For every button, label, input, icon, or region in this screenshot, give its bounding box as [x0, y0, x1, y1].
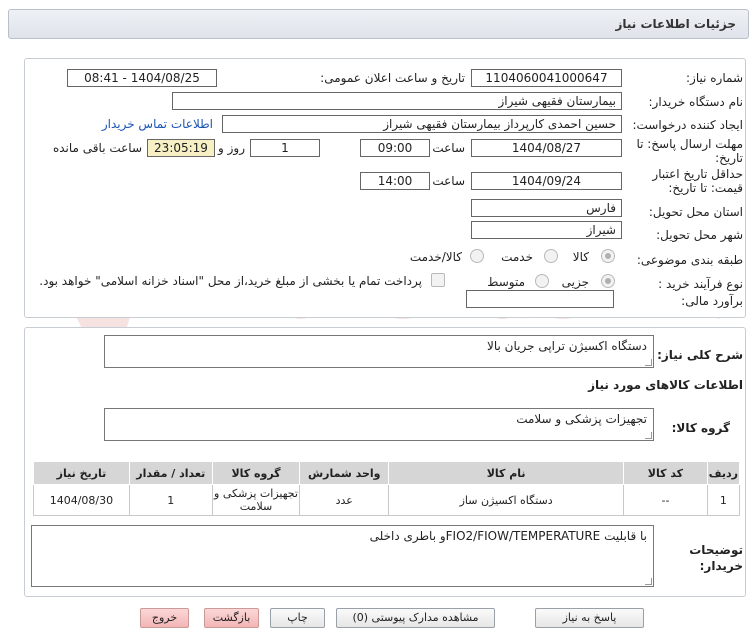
cell-group: تجهیزات پزشکی و سلامت — [211, 484, 301, 516]
description-label: شرح کلی نیاز: — [657, 348, 743, 362]
deadline-date-field: 1404/08/27 — [471, 139, 622, 157]
price-validity-time-field: 14:00 — [360, 172, 430, 190]
reply-button[interactable]: پاسخ به نیاز — [535, 608, 644, 628]
price-validity-label-line2: قیمت: تا تاریخ: — [668, 181, 743, 195]
category-option-service: خدمت — [501, 250, 533, 264]
city-field: شیراز — [471, 221, 622, 239]
cell-row-number: 1 — [706, 484, 741, 516]
col-header-group: گروه کالا — [211, 461, 301, 485]
exit-button[interactable]: خروج — [140, 608, 189, 628]
deadline-label-line1: مهلت ارسال پاسخ: تا — [636, 137, 743, 151]
goods-section-title: اطلاعات کالاهای مورد نیاز — [588, 378, 743, 392]
col-header-date: تاریخ نیاز — [33, 461, 130, 485]
table-row: 1 -- دستگاه اکسیژن ساز عدد تجهیزات پزشکی… — [33, 484, 741, 516]
buyer-notes-label-line2: خریدار: — [699, 559, 743, 573]
col-header-row: ردیف — [706, 461, 741, 485]
buyer-notes-textarea: با قابلیت FIO2/FIOW/TEMPERATUREو باطری د… — [31, 525, 654, 587]
city-label: شهر محل تحویل: — [656, 228, 743, 242]
col-header-code: کد کالا — [623, 461, 708, 485]
estimate-field — [466, 290, 614, 308]
remaining-time-field: 23:05:19 — [147, 139, 215, 157]
cell-date: 1404/08/30 — [33, 484, 130, 516]
items-table: ردیف کد کالا نام کالا واحد شمارش گروه کا… — [33, 461, 741, 516]
price-validity-label-line1: حداقل تاریخ اعتبار — [652, 167, 743, 181]
attachments-button[interactable]: مشاهده مدارک پیوستی (0) — [336, 608, 495, 628]
need-number-field: 1104060041000647 — [471, 69, 622, 87]
purchase-type-radio-minor[interactable] — [601, 274, 615, 288]
announce-date-label: تاریخ و ساعت اعلان عمومی: — [320, 71, 465, 85]
purchase-type-radio-medium[interactable] — [535, 274, 549, 288]
goods-group-textarea: تجهیزات پزشکی و سلامت — [104, 408, 654, 441]
deadline-days-field: 1 — [250, 139, 320, 157]
cell-quantity: 1 — [128, 484, 213, 516]
category-radio-goods-service[interactable] — [470, 249, 484, 263]
province-field: فارس — [471, 199, 622, 217]
days-label: روز و — [218, 141, 245, 155]
cell-unit: عدد — [299, 484, 390, 516]
col-header-unit: واحد شمارش — [299, 461, 390, 485]
back-button[interactable]: بازگشت — [204, 608, 259, 628]
purchase-type-option-minor: جزیی — [561, 275, 589, 289]
buyer-notes-label-line1: توضیحات — [689, 543, 743, 557]
remaining-time-label: ساعت باقی مانده — [52, 141, 142, 155]
estimate-label: برآورد مالی: — [681, 294, 743, 308]
cell-code: -- — [623, 484, 708, 516]
need-number-label: شماره نیاز: — [686, 71, 743, 85]
page-title: جزئیات اطلاعات نیاز — [8, 9, 749, 39]
requester-field: حسین احمدی کارپرداز بیمارستان فقیهی شیرا… — [222, 115, 622, 133]
buyer-org-field: بیمارستان فقیهی شیراز — [172, 92, 622, 110]
category-radio-service[interactable] — [544, 249, 558, 263]
col-header-quantity: تعداد / مقدار — [128, 461, 213, 485]
deadline-label-line2: تاریخ: — [715, 151, 743, 165]
deadline-time-label: ساعت — [432, 141, 465, 155]
requester-label: ایجاد کننده درخواست: — [632, 118, 743, 132]
cell-name: دستگاه اکسیژن ساز — [388, 484, 625, 516]
price-validity-time-label: ساعت — [432, 174, 465, 188]
category-option-goods-service: کالا/خدمت — [409, 250, 462, 264]
purchase-type-label: نوع فرآیند خرید : — [658, 277, 743, 291]
buyer-org-label: نام دستگاه خریدار: — [648, 95, 744, 109]
items-table-header: ردیف کد کالا نام کالا واحد شمارش گروه کا… — [33, 461, 741, 485]
goods-group-label: گروه کالا: — [671, 421, 730, 435]
description-textarea: دستگاه اکسیژن تراپی جریان بالا — [104, 335, 654, 368]
deadline-time-field: 09:00 — [360, 139, 430, 157]
category-option-goods: کالا — [572, 250, 589, 264]
province-label: استان محل تحویل: — [648, 205, 743, 219]
treasury-payment-note: پرداخت تمام یا بخشی از مبلغ خرید،از محل … — [39, 274, 422, 288]
treasury-payment-checkbox[interactable] — [431, 273, 445, 287]
category-radio-goods[interactable] — [601, 249, 615, 263]
purchase-type-option-medium: متوسط — [487, 275, 525, 289]
announce-date-field: 1404/08/25 - 08:41 — [67, 69, 217, 87]
price-validity-date-field: 1404/09/24 — [471, 172, 622, 190]
buyer-contact-link[interactable]: اطلاعات تماس خریدار — [102, 117, 213, 131]
col-header-name: نام کالا — [388, 461, 625, 485]
print-button[interactable]: چاپ — [270, 608, 325, 628]
category-label: طبقه بندی موضوعی: — [636, 253, 743, 267]
